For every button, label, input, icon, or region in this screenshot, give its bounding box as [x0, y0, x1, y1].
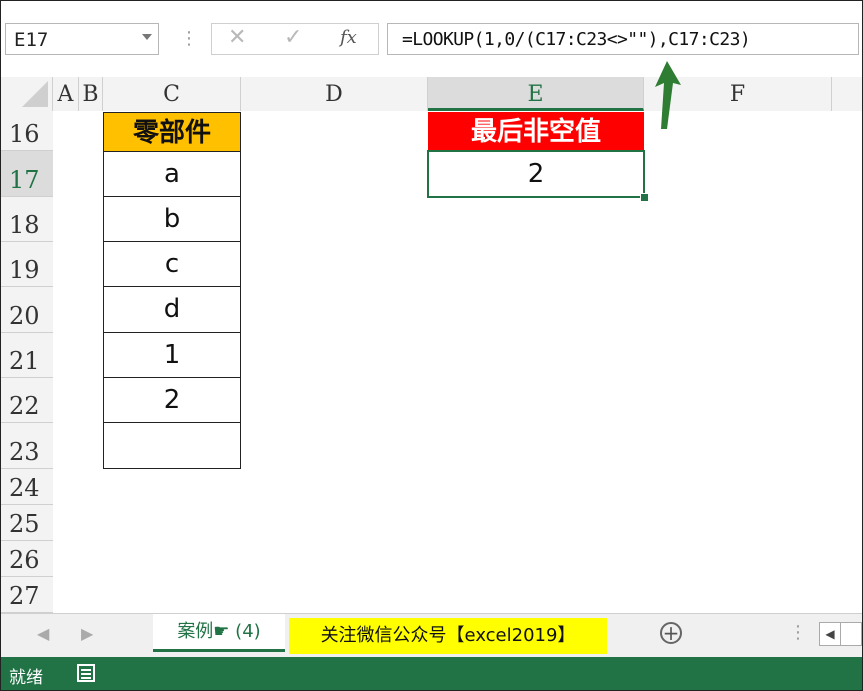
- row-number: 17: [9, 166, 40, 194]
- name-box[interactable]: E17: [5, 23, 159, 55]
- row-number: 25: [9, 510, 40, 538]
- row-header-21[interactable]: 21: [1, 333, 53, 378]
- column-header-a[interactable]: A: [53, 77, 79, 111]
- enter-icon[interactable]: ✓: [284, 25, 302, 50]
- row-header-22[interactable]: 22: [1, 378, 53, 423]
- row-header-27[interactable]: 27: [1, 577, 53, 613]
- row-header-17[interactable]: 17: [1, 151, 53, 197]
- more-options-icon[interactable]: ⋮: [180, 28, 198, 49]
- row-number: 22: [9, 392, 40, 420]
- name-box-value: E17: [14, 29, 49, 51]
- row-header-25[interactable]: 25: [1, 505, 53, 541]
- column-headers: A B C D E F: [1, 77, 862, 112]
- add-sheet-icon[interactable]: +: [660, 622, 682, 644]
- cell-c20[interactable]: d: [103, 286, 241, 333]
- arrow-up-icon: [655, 61, 681, 129]
- row-header-16[interactable]: 16: [1, 111, 53, 151]
- cancel-icon[interactable]: ✕: [228, 25, 246, 50]
- formula-buttons: ✕ ✓ fx: [211, 23, 379, 55]
- chevron-down-icon[interactable]: [142, 34, 152, 40]
- formula-text: =LOOKUP(1,0/(C17:C23<>""),C17:C23): [402, 29, 751, 50]
- cell-c23[interactable]: [103, 422, 241, 469]
- status-ready-text: 就绪: [9, 668, 43, 688]
- column-header-b[interactable]: B: [79, 77, 103, 111]
- excel-window: E17 ⋮ ✕ ✓ fx =LOOKUP(1,0/(C17:C23<>""),C…: [0, 0, 863, 691]
- sheet-tab-bar: ◀ ▶ 案例☛ (4) 关注微信公众号【excel2019】 + ⋮ ◀: [1, 613, 862, 657]
- formula-input[interactable]: =LOOKUP(1,0/(C17:C23<>""),C17:C23): [387, 23, 859, 55]
- select-all-button[interactable]: [1, 77, 53, 111]
- tab-options-icon[interactable]: ⋮: [789, 622, 807, 643]
- cell-e17-active[interactable]: 2: [427, 150, 645, 198]
- formula-bar: E17 ⋮ ✕ ✓ fx =LOOKUP(1,0/(C17:C23<>""),C…: [1, 1, 862, 78]
- row-number: 24: [9, 474, 40, 502]
- cell-e16-header[interactable]: 最后非空值: [428, 112, 644, 151]
- row-number: 19: [9, 256, 40, 284]
- row-header-26[interactable]: 26: [1, 541, 53, 577]
- column-header-e[interactable]: E: [428, 77, 644, 111]
- column-header-c[interactable]: C: [103, 77, 241, 111]
- macro-record-icon[interactable]: [77, 664, 95, 682]
- fill-handle[interactable]: [640, 193, 649, 202]
- row-header-19[interactable]: 19: [1, 242, 53, 287]
- row-number: 20: [9, 302, 40, 330]
- next-sheet-icon[interactable]: ▶: [81, 624, 93, 643]
- cell-c16-header[interactable]: 零部件: [103, 112, 241, 152]
- row-header-20[interactable]: 20: [1, 287, 53, 333]
- worksheet-grid[interactable]: 零部件 a b c d 1 2 最后非空值 2: [53, 111, 862, 613]
- row-header-24[interactable]: 24: [1, 469, 53, 505]
- row-number: 27: [9, 582, 40, 610]
- row-number: 23: [9, 438, 40, 466]
- row-header-23[interactable]: 23: [1, 423, 53, 469]
- cell-c22[interactable]: 2: [103, 377, 241, 423]
- horizontal-scrollbar[interactable]: [841, 622, 862, 646]
- status-bar: 就绪: [1, 657, 862, 690]
- column-header-d[interactable]: D: [241, 77, 428, 111]
- cell-c17[interactable]: a: [103, 151, 241, 197]
- row-header-18[interactable]: 18: [1, 197, 53, 242]
- row-number: 26: [9, 546, 40, 574]
- prev-sheet-icon[interactable]: ◀: [37, 624, 49, 643]
- cell-c19[interactable]: c: [103, 241, 241, 287]
- tab-sheet-wechat[interactable]: 关注微信公众号【excel2019】: [289, 618, 607, 654]
- row-number: 18: [9, 211, 40, 239]
- tab-sheet-case-4[interactable]: 案例☛ (4): [153, 614, 285, 652]
- row-number: 16: [9, 120, 40, 148]
- annotation-arrow: [655, 61, 681, 129]
- insert-function-icon[interactable]: fx: [340, 27, 357, 48]
- cell-c21[interactable]: 1: [103, 332, 241, 378]
- row-number: 21: [9, 347, 40, 375]
- row-headers: 16 17 18 19 20 21 22 23 24 25 26 27: [1, 111, 54, 613]
- cell-c18[interactable]: b: [103, 196, 241, 242]
- scroll-left-icon[interactable]: ◀: [819, 622, 841, 646]
